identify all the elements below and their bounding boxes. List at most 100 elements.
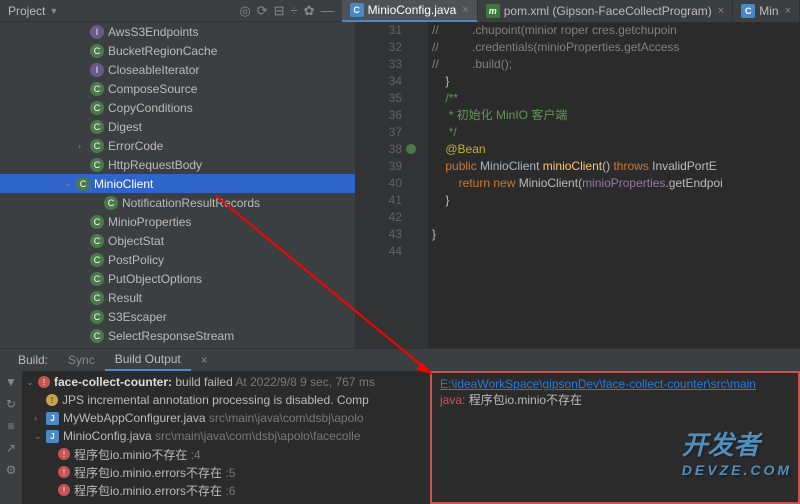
code-line[interactable]: // .build(); (432, 56, 800, 73)
code-line[interactable]: @Bean (432, 141, 800, 158)
tree-item-minioclient[interactable]: ⌄CMinioClient (0, 174, 355, 193)
settings-icon[interactable]: ✿ (304, 3, 315, 19)
line-number: 44 (355, 243, 402, 260)
tree-item-selectresponsestream[interactable]: CSelectResponseStream (0, 326, 355, 345)
project-tree[interactable]: IAwsS3EndpointsCBucketRegionCacheIClosea… (0, 22, 355, 348)
tree-item-bucketregioncache[interactable]: CBucketRegionCache (0, 41, 355, 60)
build-toolbar: ▼ ↻ ≡ ↗ ⚙ (0, 371, 22, 504)
refresh-icon[interactable]: ⟳ (257, 3, 268, 19)
close-icon[interactable]: × (718, 5, 724, 17)
hide-icon[interactable]: — (321, 3, 334, 18)
error-detail[interactable]: E:\ideaWorkSpace\gipsonDev\face-collect-… (430, 371, 800, 504)
xml-file-icon: m (486, 4, 500, 18)
tab-sync[interactable]: Sync (58, 349, 105, 371)
build-panel: Build: Sync Build Output × ▼ ↻ ≡ ↗ ⚙ ⌄!f… (0, 348, 800, 504)
dropdown-icon[interactable]: ▼ (49, 6, 58, 16)
tree-item-result[interactable]: CResult (0, 288, 355, 307)
line-number: 37 (355, 124, 402, 141)
editor[interactable]: 3132333435363738394041424344 // .chupoin… (355, 22, 800, 348)
tree-item-closeableiterator[interactable]: ICloseableIterator (0, 60, 355, 79)
line-number: 34 (355, 73, 402, 90)
gear-icon[interactable]: ⚙ (6, 463, 17, 477)
project-header: Project ▼ ◎ ⟳ ⊟ ÷ ✿ — (0, 0, 342, 22)
code-line[interactable]: * 初始化 MinIO 客户端 (432, 107, 800, 124)
warning-icon: ! (46, 394, 58, 406)
code-line[interactable]: public MinioClient minioClient() throws … (432, 158, 800, 175)
line-number: 40 (355, 175, 402, 192)
build-line[interactable]: ⌄!face-collect-counter: build failed At … (26, 373, 426, 391)
class-icon: C (76, 177, 90, 191)
code-line[interactable]: } (432, 73, 800, 90)
tree-item-notificationresultrecords[interactable]: CNotificationResultRecords (0, 193, 355, 212)
chevron-icon: › (78, 141, 90, 151)
line-number: 38 (355, 141, 402, 158)
tab-build-output[interactable]: Build Output (105, 349, 191, 371)
tab-minioconfig-java[interactable]: CMinioConfig.java× (342, 0, 478, 22)
class-icon: C (90, 44, 104, 58)
class-icon: C (90, 120, 104, 134)
line-number: 43 (355, 226, 402, 243)
project-title[interactable]: Project (8, 4, 45, 18)
error-icon: ! (58, 484, 70, 496)
code-line[interactable]: */ (432, 124, 800, 141)
code-line[interactable]: } (432, 192, 800, 209)
tree-item-putobjectoptions[interactable]: CPutObjectOptions (0, 269, 355, 288)
code-line[interactable] (432, 243, 800, 260)
class-icon: C (90, 139, 104, 153)
code-line[interactable]: // .chupoint(minior roper cres.getchupoi… (432, 22, 800, 39)
java-file-icon: J (46, 430, 59, 443)
code-line[interactable] (432, 209, 800, 226)
build-line[interactable]: ⌄JMinioConfig.java src\main\java\com\dsb… (26, 427, 426, 445)
close-icon[interactable]: × (462, 4, 468, 16)
error-path[interactable]: E:\ideaWorkSpace\gipsonDev\face-collect-… (440, 377, 790, 391)
tree-item-s3escaper[interactable]: CS3Escaper (0, 307, 355, 326)
code-line[interactable]: return new MinioClient(minioProperties.g… (432, 175, 800, 192)
tree-item-copyconditions[interactable]: CCopyConditions (0, 98, 355, 117)
tree-item-composesource[interactable]: CComposeSource (0, 79, 355, 98)
build-line[interactable]: !程序包io.minio.errors不存在 :5 (26, 463, 426, 481)
expand-icon[interactable]: ≡ (7, 419, 14, 433)
code-line[interactable]: // .credentials(minioProperties.getAcces… (432, 39, 800, 56)
build-label: Build: (8, 349, 58, 371)
build-line[interactable]: !程序包io.minio.errors不存在 :6 (26, 481, 426, 499)
divide-icon[interactable]: ÷ (291, 3, 298, 18)
line-number: 36 (355, 107, 402, 124)
chevron-icon: ⌄ (34, 431, 46, 442)
tree-item-errorcode[interactable]: ›CErrorCode (0, 136, 355, 155)
tab-min[interactable]: CMin× (733, 0, 800, 22)
line-number: 41 (355, 192, 402, 209)
filter-icon[interactable]: ▼ (5, 375, 17, 389)
line-number: 42 (355, 209, 402, 226)
tree-item-minioproperties[interactable]: CMinioProperties (0, 212, 355, 231)
code-area[interactable]: // .chupoint(minior roper cres.getchupoi… (428, 22, 800, 348)
tree-item-httprequestbody[interactable]: CHttpRequestBody (0, 155, 355, 174)
tree-item-postpolicy[interactable]: CPostPolicy (0, 250, 355, 269)
line-number: 35 (355, 90, 402, 107)
class-icon: C (90, 82, 104, 96)
java-file-icon: C (350, 3, 364, 17)
tree-item-awss3endpoints[interactable]: IAwsS3Endpoints (0, 22, 355, 41)
reload-icon[interactable]: ↻ (6, 397, 16, 411)
build-line[interactable]: ›JMyWebAppConfigurer.java src\main\java\… (26, 409, 426, 427)
chevron-icon: › (34, 413, 46, 423)
line-number: 32 (355, 39, 402, 56)
error-icon: ! (58, 448, 70, 460)
class-icon: C (90, 291, 104, 305)
gutter: 3132333435363738394041424344 (355, 22, 410, 348)
target-icon[interactable]: ◎ (239, 3, 250, 19)
nav-icon[interactable]: ↗ (6, 441, 16, 455)
class-icon: C (90, 101, 104, 115)
build-line[interactable]: !程序包io.minio不存在 :4 (26, 445, 426, 463)
tab-pom-xml-gipson-facecollectprogram-[interactable]: mpom.xml (Gipson-FaceCollectProgram)× (478, 0, 734, 22)
collapse-icon[interactable]: ⊟ (274, 3, 285, 19)
close-icon[interactable]: × (785, 5, 791, 17)
close-icon[interactable]: × (191, 349, 218, 371)
class-icon: C (90, 310, 104, 324)
build-messages[interactable]: ⌄!face-collect-counter: build failed At … (22, 371, 430, 504)
error-message: 程序包io.minio不存在 (469, 393, 582, 407)
build-line[interactable]: !JPS incremental annotation processing i… (26, 391, 426, 409)
code-line[interactable]: /** (432, 90, 800, 107)
code-line[interactable]: } (432, 226, 800, 243)
tree-item-objectstat[interactable]: CObjectStat (0, 231, 355, 250)
tree-item-digest[interactable]: CDigest (0, 117, 355, 136)
